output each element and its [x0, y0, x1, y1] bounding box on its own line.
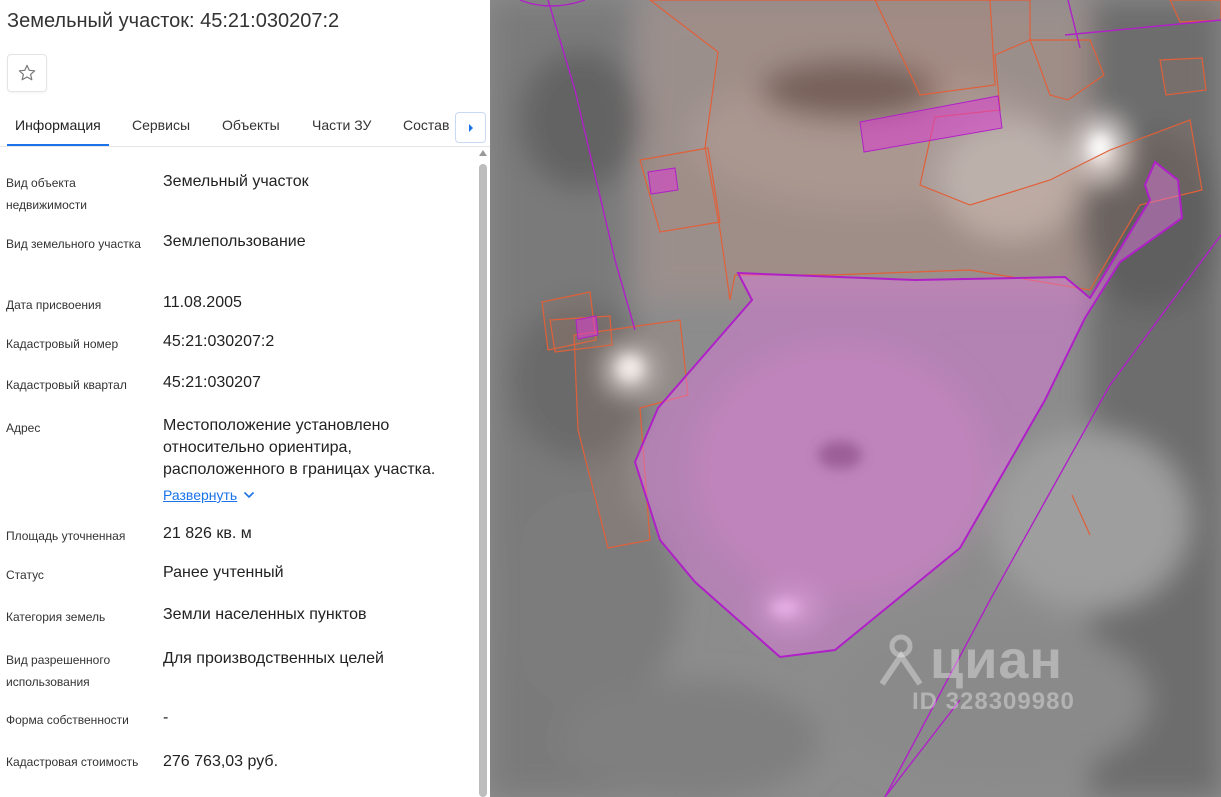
watermark-id: ID 328309980 — [912, 688, 1075, 715]
address-text: Местоположение установлено относительно … — [163, 417, 436, 478]
scroll-up-arrow-icon[interactable] — [479, 150, 487, 156]
expand-address-label: Развернуть — [163, 487, 238, 503]
row-value: 276 763,03 руб. — [163, 753, 279, 770]
map-view[interactable]: циан ID 328309980 — [490, 0, 1221, 797]
page-title: Земельный участок: 45:21:030207:2 — [7, 10, 340, 32]
row-value: Земли населенных пунктов — [163, 606, 367, 623]
row-value: 11.08.2005 — [163, 294, 242, 311]
row-label: Статус — [6, 568, 44, 582]
row-label: Адрес — [6, 421, 41, 435]
row-label: Форма собственности — [6, 713, 129, 727]
row-label: Вид земельного участка — [6, 237, 141, 251]
row-value: Земельный участок — [163, 173, 309, 190]
row-value: 45:21:030207 — [163, 374, 261, 391]
row-label: Категория земель — [6, 610, 106, 624]
row-value: - — [163, 709, 169, 726]
watermark: циан ID 328309980 — [878, 632, 1075, 716]
row-value-container: Местоположение установлено относительно … — [163, 415, 468, 507]
cian-logo-icon — [879, 634, 923, 686]
chevron-right-icon — [468, 123, 473, 132]
row-label: Вид разрешенного использования — [6, 653, 111, 689]
satellite-map[interactable] — [490, 0, 1221, 797]
favorite-button[interactable] — [7, 54, 47, 92]
tab-information[interactable]: Информация — [15, 117, 101, 133]
row-label: Вид объекта недвижимости — [6, 176, 87, 212]
row-value: Землепользование — [163, 233, 306, 250]
row-label: Кадастровая стоимость — [6, 755, 139, 769]
tab-composition[interactable]: Состав — [403, 117, 449, 133]
tab-services[interactable]: Сервисы — [132, 117, 190, 133]
row-label: Дата присвоения — [6, 298, 102, 312]
info-panel: Земельный участок: 45:21:030207:2 Информ… — [0, 0, 490, 797]
tab-bar: Информация Сервисы Объекты Части ЗУ Сост… — [0, 108, 490, 147]
row-value: 21 826 кв. м — [163, 525, 252, 542]
tab-objects[interactable]: Объекты — [222, 117, 280, 133]
panel-scrollbar[interactable] — [478, 150, 488, 797]
scrollbar-thumb[interactable] — [479, 164, 487, 797]
watermark-brand: циан — [930, 630, 1064, 690]
row-label: Площадь уточненная — [6, 529, 126, 543]
row-value: Ранее учтенный — [163, 564, 284, 581]
row-label: Кадастровый квартал — [6, 378, 127, 392]
row-value: Для производственных целей — [163, 650, 384, 667]
tab-parts[interactable]: Части ЗУ — [312, 117, 371, 133]
star-icon — [18, 64, 36, 81]
watermark-logo: циан — [878, 632, 1075, 688]
row-label: Кадастровый номер — [6, 337, 119, 351]
active-tab-indicator — [7, 144, 109, 146]
tabs-scroll-right-button[interactable] — [455, 112, 486, 143]
row-value: 45:21:030207:2 — [163, 333, 275, 350]
chevron-down-icon — [244, 491, 255, 499]
expand-address-link[interactable]: Развернуть — [163, 484, 255, 506]
property-details: Вид объекта недвижимости Земельный участ… — [0, 147, 476, 797]
